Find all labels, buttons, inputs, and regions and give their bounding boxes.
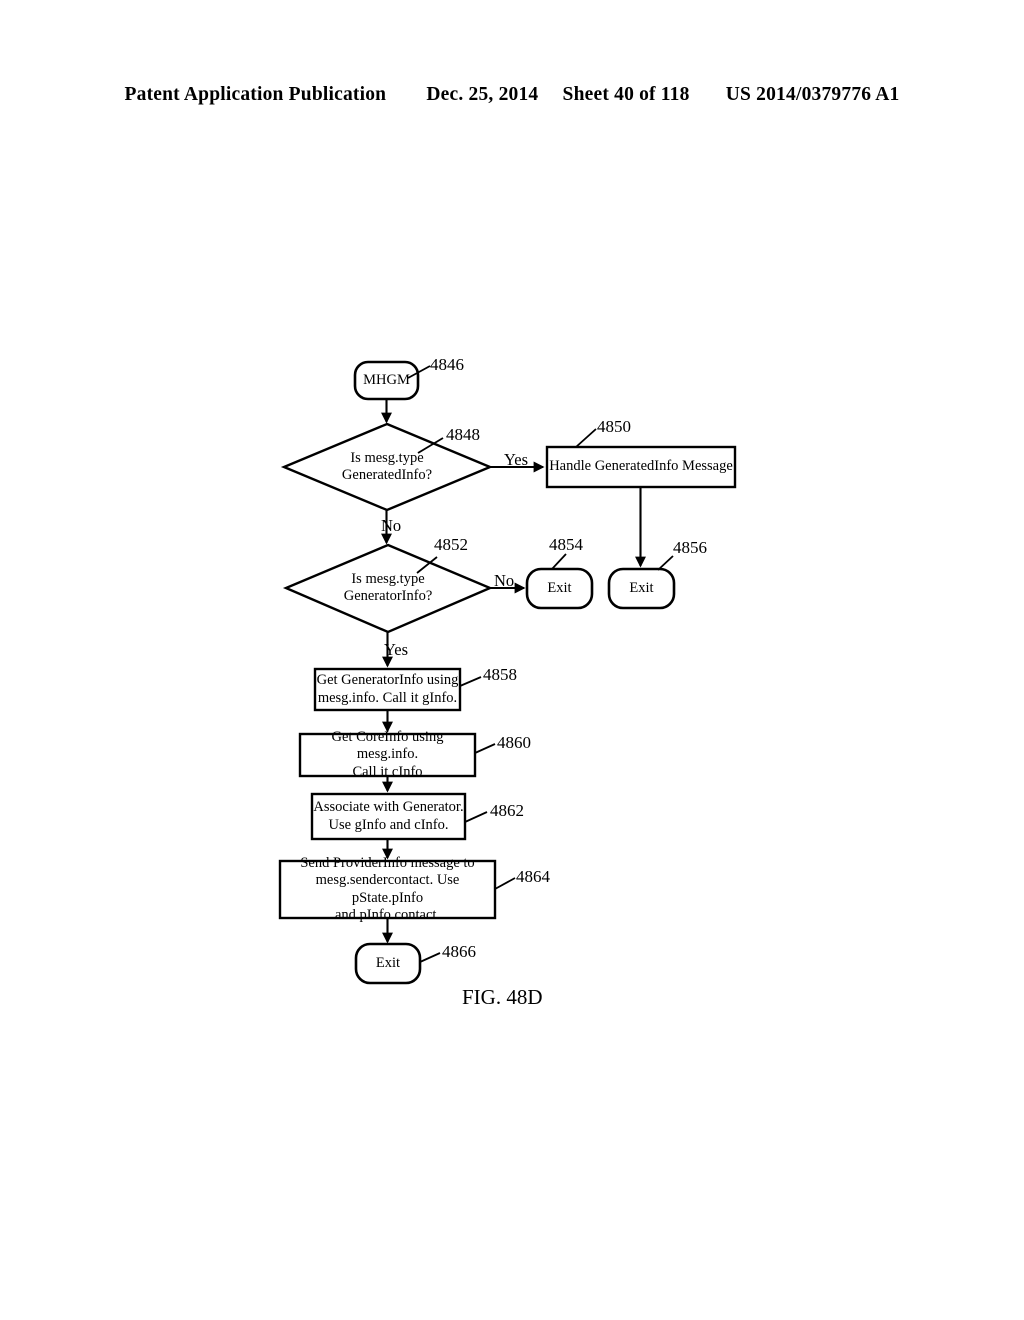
flowchart-graphics	[278, 360, 737, 985]
ref-numeral-4852: 4852	[434, 535, 468, 554]
ref-numeral-4850: 4850	[597, 417, 631, 436]
leader-line-4856	[657, 555, 674, 571]
ref-numeral-4854: 4854	[549, 535, 583, 554]
leader-line-4864	[494, 877, 516, 890]
node-label-4850: Handle GeneratedInfo Message	[549, 458, 733, 475]
leader-line-4860	[474, 743, 496, 754]
ref-numeral-4848: 4848	[446, 425, 480, 444]
edge-label-no-4848: No	[381, 516, 402, 535]
leader-line-4854	[551, 553, 567, 570]
node-label-4846: MHGM	[363, 371, 410, 388]
ref-numeral-4864: 4864	[516, 867, 550, 886]
node-label-4858: Get GeneratorInfo using mesg.info. Call …	[316, 672, 459, 706]
node-label-4852: Is mesg.type GeneratorInfo?	[343, 570, 433, 604]
leader-line-4866	[419, 952, 441, 963]
ref-numeral-4846: 4846	[430, 355, 464, 374]
leader-line-4862	[464, 811, 488, 823]
edge-label-no-4852: No	[494, 571, 515, 590]
leader-line-4850	[575, 428, 597, 448]
ref-numeral-4858: 4858	[483, 665, 517, 684]
node-label-4866: Exit	[375, 954, 401, 971]
ref-numeral-4866: 4866	[442, 942, 476, 961]
ref-numeral-4856: 4856	[673, 538, 707, 557]
node-label-4848: Is mesg.type GeneratedInfo?	[341, 449, 433, 483]
figure-caption: FIG. 48D	[462, 985, 543, 1009]
edge-label-yes-4852: Yes	[384, 640, 409, 659]
node-label-4864: Send ProviderInfo message to mesg.sender…	[300, 855, 475, 923]
node-label-4862: Associate with Generator. Use gInfo and …	[313, 799, 464, 833]
ref-numeral-4862: 4862	[490, 801, 524, 820]
node-label-4860: Get CoreInfo using mesg.info. Call it cI…	[331, 729, 444, 780]
flowchart-figure: MHGM Is mesg.type GeneratedInfo? Handle …	[0, 0, 1024, 1320]
node-label-4856: Exit	[629, 579, 654, 596]
edge-label-yes-4848: Yes	[504, 450, 529, 469]
leader-line-4858	[459, 676, 482, 687]
ref-numeral-4860: 4860	[497, 733, 531, 752]
node-label-4854: Exit	[547, 579, 572, 596]
